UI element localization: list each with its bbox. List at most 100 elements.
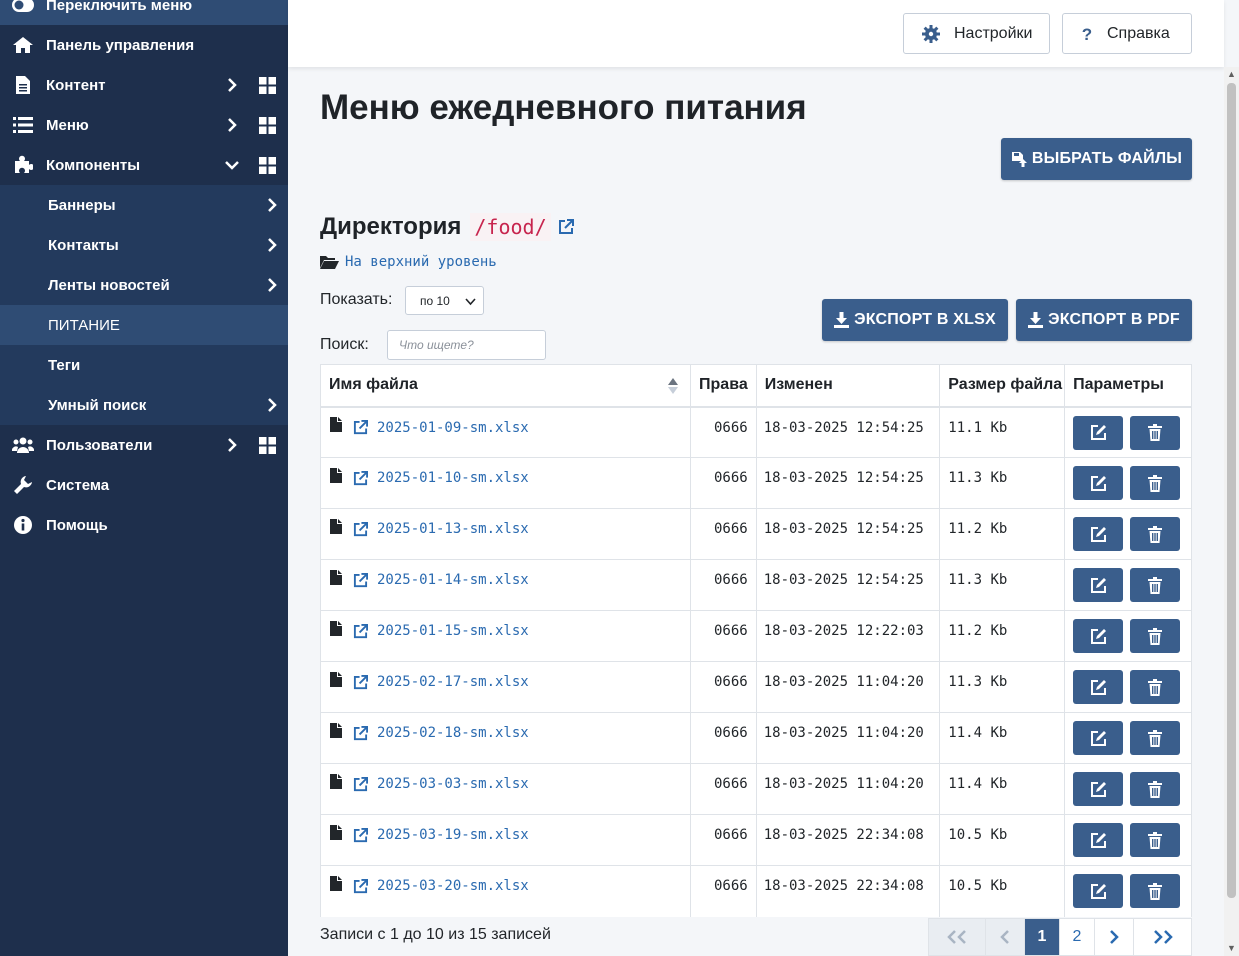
edit-icon	[1090, 628, 1106, 644]
external-link-icon[interactable]	[353, 878, 368, 894]
settings-button[interactable]: Настройки	[903, 13, 1050, 54]
first-page-button[interactable]	[928, 918, 986, 956]
delete-button[interactable]	[1130, 721, 1181, 755]
delete-button[interactable]	[1130, 466, 1181, 500]
chevron-right-icon[interactable]	[264, 397, 280, 413]
sidebar-item-users[interactable]: Пользователи	[0, 425, 288, 465]
column-header-perms[interactable]: Права	[690, 364, 757, 408]
edit-button[interactable]	[1073, 823, 1124, 857]
sidebar-item-smart-search[interactable]: Умный поиск	[0, 385, 288, 425]
sidebar-item-banners[interactable]: Баннеры	[0, 185, 288, 225]
export-xlsx-button[interactable]: ЭКСПОРТ В XLSX	[822, 299, 1008, 341]
prev-page-button[interactable]	[986, 918, 1025, 956]
scroll-up-arrow-icon[interactable]: ▲	[1227, 70, 1236, 79]
file-name-link[interactable]: 2025-01-14-sm.xlsx	[377, 572, 529, 588]
chevron-right-icon[interactable]	[264, 237, 280, 253]
chevron-right-icon[interactable]	[224, 117, 240, 133]
sidebar-item-system[interactable]: Система	[0, 465, 288, 505]
chevron-right-icon[interactable]	[224, 77, 240, 93]
column-header-size[interactable]: Размер файла	[939, 364, 1066, 408]
size-cell: 11.3 Kb	[939, 559, 1066, 611]
external-link-icon[interactable]	[353, 572, 368, 588]
file-name-link[interactable]: 2025-02-17-sm.xlsx	[377, 674, 529, 690]
external-link-icon[interactable]	[353, 420, 368, 435]
page-size-select[interactable]: по 10	[405, 286, 484, 315]
delete-button[interactable]	[1130, 670, 1181, 704]
sidebar-item-help[interactable]: Помощь	[0, 505, 288, 545]
sidebar-item-food[interactable]: ПИТАНИЕ	[0, 305, 288, 345]
delete-button[interactable]	[1130, 415, 1181, 450]
external-link-icon[interactable]	[353, 623, 368, 639]
file-name-link[interactable]: 2025-03-20-sm.xlsx	[377, 878, 529, 894]
export-pdf-button[interactable]: ЭКСПОРТ В PDF	[1016, 299, 1192, 341]
edit-icon	[1090, 883, 1106, 899]
delete-button[interactable]	[1130, 874, 1181, 908]
column-header-modified[interactable]: Изменен	[755, 364, 941, 408]
help-button[interactable]: ? Справка	[1062, 13, 1192, 54]
file-name-link[interactable]: 2025-01-09-sm.xlsx	[377, 420, 529, 436]
edit-button[interactable]	[1073, 568, 1124, 602]
delete-button[interactable]	[1130, 772, 1181, 806]
chevron-right-icon[interactable]	[264, 277, 280, 293]
edit-button[interactable]	[1073, 772, 1124, 806]
file-name-link[interactable]: 2025-03-19-sm.xlsx	[377, 827, 529, 843]
sidebar-item-menu[interactable]: Меню	[0, 105, 288, 145]
external-link-icon[interactable]	[353, 470, 368, 486]
chevron-down-icon[interactable]	[224, 157, 240, 173]
edit-button[interactable]	[1073, 670, 1124, 704]
file-name-cell: 2025-01-14-sm.xlsx	[319, 559, 692, 611]
external-link-icon[interactable]	[353, 827, 368, 843]
file-name-link[interactable]: 2025-01-13-sm.xlsx	[377, 521, 529, 537]
chevron-right-icon[interactable]	[224, 437, 240, 453]
external-link-icon[interactable]	[353, 776, 368, 792]
sidebar-item-tags[interactable]: Теги	[0, 345, 288, 385]
sort-icon[interactable]	[668, 378, 679, 394]
sidebar-item-contacts[interactable]: Контакты	[0, 225, 288, 265]
edit-button[interactable]	[1073, 415, 1124, 450]
column-header-name[interactable]: Имя файла	[319, 364, 692, 408]
file-name-link[interactable]: 2025-01-10-sm.xlsx	[377, 470, 529, 486]
edit-button[interactable]	[1073, 619, 1124, 653]
toggle-menu-button[interactable]: Переключить меню	[0, 0, 288, 25]
table-row: 2025-01-14-sm.xlsx 0666 18-03-2025 12:54:2…	[319, 559, 1192, 611]
delete-button[interactable]	[1130, 823, 1181, 857]
delete-button[interactable]	[1130, 517, 1181, 551]
perms-cell: 0666	[690, 508, 757, 560]
choose-files-button[interactable]: ВЫБРАТЬ ФАЙЛЫ	[1001, 138, 1192, 180]
edit-button[interactable]	[1073, 721, 1124, 755]
sidebar-item-newsfeeds[interactable]: Ленты новостей	[0, 265, 288, 305]
search-input[interactable]: Что ищете?	[387, 330, 546, 360]
external-link-icon[interactable]	[353, 725, 368, 741]
external-link-icon[interactable]	[353, 674, 368, 690]
scroll-down-arrow-icon[interactable]: ▼	[1227, 944, 1236, 953]
edit-button[interactable]	[1073, 466, 1124, 500]
next-page-button[interactable]	[1095, 918, 1134, 956]
edit-button[interactable]	[1073, 874, 1124, 908]
dashboard-grid-icon[interactable]	[259, 116, 276, 134]
trash-icon	[1148, 780, 1163, 798]
scrollbar-thumb[interactable]	[1227, 83, 1236, 898]
vertical-scrollbar[interactable]: ▲ ▼	[1224, 67, 1239, 956]
file-name-link[interactable]: 2025-01-15-sm.xlsx	[377, 623, 529, 639]
file-name-link[interactable]: 2025-02-18-sm.xlsx	[377, 725, 529, 741]
external-link-icon[interactable]	[558, 219, 574, 235]
file-icon	[330, 620, 342, 636]
delete-button[interactable]	[1130, 619, 1181, 653]
file-name-link[interactable]: 2025-03-03-sm.xlsx	[377, 776, 529, 792]
external-link-icon[interactable]	[353, 521, 368, 537]
dashboard-grid-icon[interactable]	[259, 436, 276, 454]
page-1-button[interactable]: 1	[1025, 918, 1060, 956]
sidebar-item-dashboard[interactable]: Панель управления	[0, 25, 288, 65]
sidebar-item-content[interactable]: Контент	[0, 65, 288, 105]
chevron-right-icon[interactable]	[264, 197, 280, 213]
dashboard-grid-icon[interactable]	[259, 156, 276, 174]
up-level-link[interactable]: На верхний уровень	[320, 254, 497, 270]
page-2-button[interactable]: 2	[1060, 918, 1095, 956]
last-page-button[interactable]	[1134, 918, 1192, 956]
edit-button[interactable]	[1073, 517, 1124, 551]
sidebar-item-components[interactable]: Компоненты	[0, 145, 288, 185]
sidebar-item-label: Контакты	[48, 236, 119, 254]
delete-button[interactable]	[1130, 568, 1181, 602]
dashboard-grid-icon[interactable]	[259, 76, 276, 94]
wrench-icon	[12, 474, 34, 496]
